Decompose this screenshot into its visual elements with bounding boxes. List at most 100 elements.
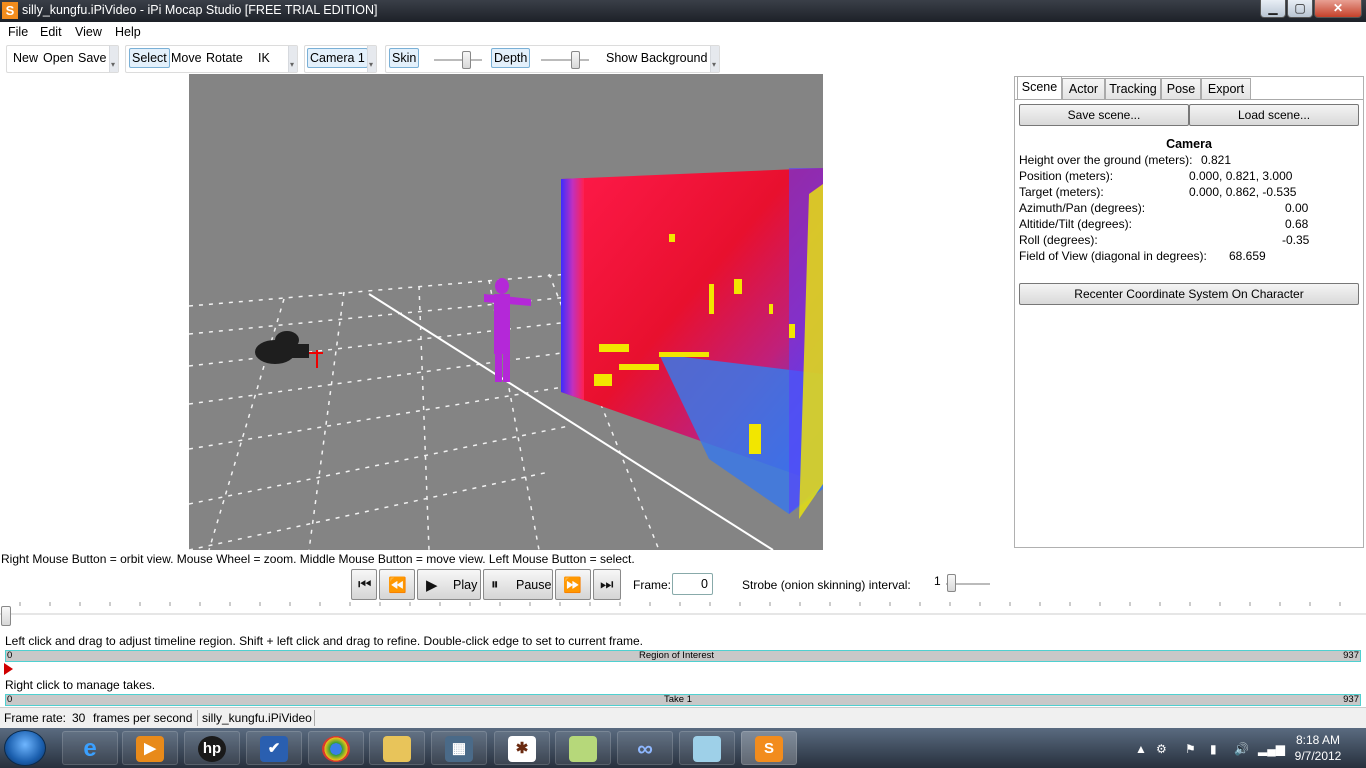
tab-pose[interactable]: Pose (1161, 78, 1201, 100)
take-start: 0 (7, 694, 13, 705)
fov-value: 68.659 (1229, 249, 1266, 263)
depth-toggle-button[interactable]: Depth (491, 48, 531, 68)
timeline-hint: Left click and drag to adjust timeline r… (5, 634, 643, 648)
window-title: silly_kungfu.iPiVideo - iPi Mocap Studio… (22, 3, 378, 17)
tray-network-icon[interactable]: ⚙ (1156, 742, 1167, 756)
tool-toolbar-group: Select Move Rotate IK (125, 45, 298, 73)
taskbar-infinity-app[interactable]: ∞ (617, 731, 673, 765)
toolbar-overflow-grip[interactable] (367, 46, 376, 72)
pause-button[interactable]: ⏸ Pause (483, 569, 553, 600)
taskbar-hp[interactable]: hp (184, 731, 240, 765)
camera-model[interactable] (255, 331, 323, 368)
taskbar-ipi-studio[interactable]: S (741, 731, 797, 765)
ipi-studio-icon: S (755, 736, 783, 762)
toolbar-overflow-grip[interactable] (288, 46, 297, 72)
current-frame-marker-icon[interactable] (4, 663, 13, 675)
tab-export[interactable]: Export (1201, 78, 1251, 100)
taskbar-notes-app[interactable] (679, 731, 735, 765)
rewind-button[interactable]: ⏪ (379, 569, 415, 600)
tab-actor[interactable]: Actor (1062, 78, 1105, 100)
load-scene-button[interactable]: Load scene... (1189, 104, 1359, 126)
tray-signal-icon[interactable]: ▂▄▆ (1258, 742, 1285, 756)
status-filename: silly_kungfu.iPiVideo (202, 711, 312, 725)
play-label: Play (453, 578, 478, 592)
taskbar-media-player[interactable]: ▶ (122, 731, 178, 765)
scene-render (189, 168, 823, 550)
taskbar-chrome[interactable] (308, 731, 364, 765)
toolbar-overflow-grip[interactable] (109, 46, 118, 72)
go-to-start-button[interactable]: ⏮ (351, 569, 377, 600)
internet-explorer-icon: e (83, 735, 97, 762)
position-value: 0.000, 0.821, 3.000 (1189, 169, 1293, 183)
taskbar-window-app[interactable]: ▦ (431, 731, 487, 765)
play-icon: ▶ (426, 577, 438, 594)
taskbar: e ▶ hp ✔ ▦ ✱ ∞ S ▲ ⚙ ⚑ ▮ 🔊 ▂▄▆ 8:18 AM 9… (0, 728, 1366, 768)
checkmark-icon: ✔ (260, 736, 288, 762)
frame-input[interactable] (672, 573, 713, 595)
mouse-hint: Right Mouse Button = orbit view. Mouse W… (1, 552, 635, 566)
save-scene-button[interactable]: Save scene... (1019, 104, 1189, 126)
take-bar[interactable]: 0 Take 1 937 (5, 694, 1361, 706)
timeline-cursor-thumb[interactable] (1, 606, 11, 626)
taskbar-internet-explorer[interactable]: e (62, 731, 118, 765)
play-button[interactable]: ▶ Play (417, 569, 481, 600)
depth-slider-thumb[interactable] (571, 51, 580, 69)
new-button[interactable]: New (13, 51, 38, 65)
timeline-ticks (0, 602, 1366, 615)
menu-edit[interactable]: Edit (40, 25, 62, 39)
media-player-icon: ▶ (136, 736, 164, 762)
menu-view[interactable]: View (75, 25, 102, 39)
taskbar-folder-app[interactable] (555, 731, 611, 765)
roll-value: -0.35 (1282, 233, 1310, 247)
timeline-ruler[interactable] (0, 602, 1366, 632)
toolbar-overflow-grip[interactable] (710, 46, 719, 72)
recenter-coordinate-button[interactable]: Recenter Coordinate System On Character (1019, 283, 1359, 305)
ik-tool-button[interactable]: IK (258, 51, 270, 65)
go-to-end-button[interactable]: ⏭ (593, 569, 621, 600)
open-button[interactable]: Open (43, 51, 74, 65)
pause-icon: ⏸ (491, 576, 499, 593)
height-label: Height over the ground (meters): (1019, 153, 1193, 167)
taskbar-file-explorer[interactable] (369, 731, 425, 765)
tray-clock[interactable]: 8:18 AM 9/7/2012 (1290, 733, 1346, 763)
skip-start-icon: ⏮ (358, 576, 372, 593)
taskbar-task-app[interactable]: ✔ (246, 731, 302, 765)
take-label: Take 1 (664, 694, 692, 705)
show-background-button[interactable]: Show Background (606, 51, 707, 65)
strobe-slider-thumb[interactable] (947, 574, 956, 592)
taskbar-spider-app[interactable]: ✱ (494, 731, 550, 765)
fast-forward-button[interactable]: ⏩ (555, 569, 591, 600)
pause-label: Pause (516, 578, 552, 592)
menu-help[interactable]: Help (115, 25, 141, 39)
height-value: 0.821 (1201, 153, 1232, 167)
menu-file[interactable]: File (8, 25, 28, 39)
azimuth-label: Azimuth/Pan (degrees): (1019, 201, 1146, 215)
rotate-tool-button[interactable]: Rotate (206, 51, 243, 65)
tray-volume-icon[interactable]: 🔊 (1234, 742, 1249, 756)
camera-selector-button[interactable]: Camera 1 (307, 48, 368, 68)
frame-rate-value: 30 (72, 711, 86, 725)
minimize-button[interactable]: ▁ (1260, 0, 1286, 18)
skin-toggle-button[interactable]: Skin (389, 48, 420, 68)
move-tool-button[interactable]: Move (171, 51, 202, 65)
tab-scene[interactable]: Scene (1017, 76, 1062, 100)
target-label: Target (meters): (1019, 185, 1104, 199)
region-of-interest-bar[interactable]: 0 Region of Interest 937 (5, 650, 1361, 662)
frame-rate-unit: frames per second (93, 711, 193, 725)
save-button[interactable]: Save (78, 51, 107, 65)
start-button[interactable] (4, 730, 46, 766)
close-button[interactable]: ✕ (1314, 0, 1362, 18)
maximize-button[interactable]: ▢ (1287, 0, 1313, 18)
tray-expand-icon[interactable]: ▲ (1135, 742, 1147, 756)
select-tool-button[interactable]: Select (129, 48, 170, 68)
notes-icon (693, 736, 721, 762)
skin-slider-thumb[interactable] (462, 51, 471, 69)
tab-tracking[interactable]: Tracking (1105, 78, 1161, 100)
position-label: Position (meters): (1019, 169, 1114, 183)
tray-battery-icon[interactable]: ▮ (1210, 742, 1217, 756)
3d-viewport[interactable] (189, 74, 823, 550)
clock-date: 9/7/2012 (1294, 749, 1342, 763)
tray-flag-icon[interactable]: ⚑ (1185, 742, 1196, 756)
camera-toolbar-group: Camera 1 (304, 45, 377, 73)
tilt-label: Altitide/Tilt (degrees): (1019, 217, 1132, 231)
